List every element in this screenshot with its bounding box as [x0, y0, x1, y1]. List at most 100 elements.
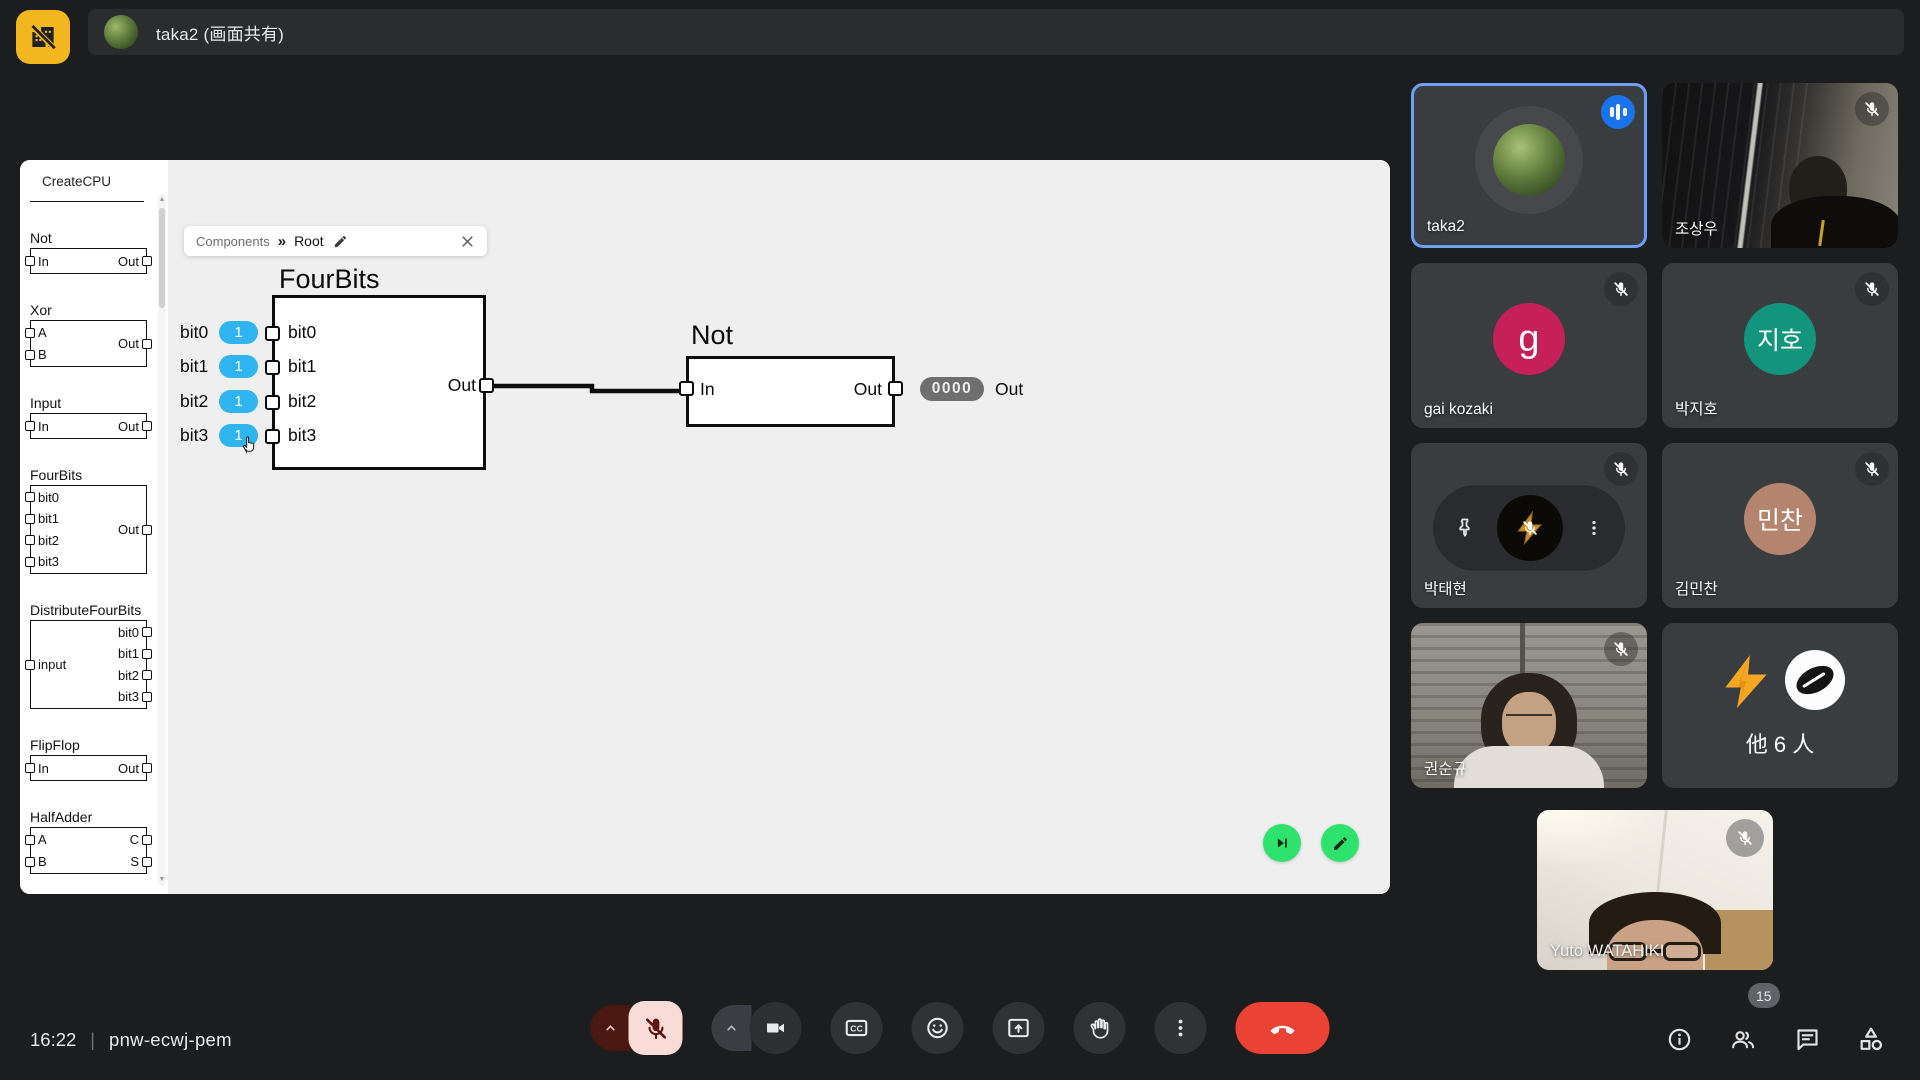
tile-gai-kozaki[interactable]: g gai kozaki [1411, 263, 1647, 428]
input-port[interactable] [25, 514, 35, 524]
port-label: bit0 [118, 625, 139, 640]
not-out-port[interactable] [888, 381, 903, 396]
palette-item-name: Not [30, 230, 147, 246]
output-port[interactable] [142, 627, 152, 637]
scroll-up-icon[interactable]: ▲ [158, 196, 166, 204]
breadcrumb-section[interactable]: Components [196, 234, 270, 249]
palette-item-not[interactable]: Not InOut [30, 230, 147, 274]
palette-item-xor[interactable]: Xor ABOut [30, 302, 147, 367]
toggle-bit2[interactable]: 1 [219, 390, 258, 413]
circuit-canvas[interactable]: Components » Root FourBits bit01bit0bit1… [168, 160, 1390, 894]
output-port[interactable] [142, 692, 152, 702]
tile-self-yuto[interactable]: Yuto WATAHIKI [1537, 810, 1773, 970]
mic-control-group [591, 1001, 683, 1055]
breadcrumb-separator-icon: » [278, 233, 286, 250]
output-port[interactable] [142, 763, 152, 773]
people-button[interactable] [1729, 1025, 1757, 1053]
rename-pencil-icon[interactable] [333, 234, 348, 249]
toggle-bit0[interactable]: 1 [219, 321, 258, 344]
output-port[interactable] [142, 857, 152, 867]
component-palette: CreateCPU Not InOut Xor ABOut InputInOut Four… [20, 160, 168, 894]
raise-hand-button[interactable] [1074, 1002, 1126, 1054]
palette-item-halfadder[interactable]: HalfAdderABCS [30, 809, 147, 874]
activities-button[interactable] [1857, 1025, 1885, 1053]
camera-options-chevron[interactable] [712, 1005, 752, 1051]
palette-item-flipflop[interactable]: FlipFlopInOut [30, 737, 147, 781]
output-port[interactable] [142, 649, 152, 659]
close-icon[interactable] [460, 234, 475, 249]
app-title: CreateCPU [42, 174, 111, 189]
palette-item-fourbits[interactable]: FourBitsbit0bit1bit2bit3Out [30, 467, 147, 574]
palette-item-box[interactable]: ABCS [30, 827, 147, 874]
input-port[interactable] [25, 857, 35, 867]
pin-icon[interactable] [1453, 516, 1477, 540]
input-port[interactable] [25, 535, 35, 545]
palette-item-box[interactable]: InOut [30, 755, 147, 781]
palette-item-box[interactable]: InOut [30, 248, 147, 274]
input-port[interactable] [25, 350, 35, 360]
output-port[interactable] [142, 835, 152, 845]
mic-mute-button[interactable] [629, 1001, 683, 1055]
fourbits-port-bit1[interactable] [265, 360, 280, 375]
tile-kimminchan[interactable]: 민찬 김민찬 [1662, 443, 1898, 608]
screen-share-banner[interactable]: taka2 (画面共有) [88, 9, 1904, 55]
port-label: B [38, 854, 47, 869]
chat-button[interactable] [1793, 1025, 1821, 1053]
input-port[interactable] [25, 328, 35, 338]
palette-item-box[interactable]: ABOut [30, 320, 147, 367]
tile-overflow-others[interactable]: 他 6 人 [1662, 623, 1898, 788]
fourbits-port-bit2[interactable] [265, 395, 280, 410]
presentation-off-icon[interactable] [16, 10, 70, 64]
cursor-icon [238, 432, 260, 456]
palette-item-box[interactable]: bit0bit1bit2bit3Out [30, 485, 147, 574]
more-options-button[interactable] [1155, 1002, 1207, 1054]
end-call-button[interactable] [1236, 1002, 1330, 1054]
fourbits-port-bit3[interactable] [265, 429, 280, 444]
not-in-port[interactable] [679, 381, 694, 396]
captions-button[interactable]: CC [831, 1002, 883, 1054]
tile-parkjiho[interactable]: 지호 박지호 [1662, 263, 1898, 428]
svg-text:CC: CC [850, 1023, 863, 1033]
palette-item-input[interactable]: InputInOut [30, 395, 147, 439]
fourbits-input-label: bit3 [180, 425, 208, 446]
mic-off-icon [1497, 495, 1563, 561]
tile-chosangwoo[interactable]: 조상우 [1662, 83, 1898, 248]
output-port[interactable] [142, 525, 152, 535]
breadcrumb-current[interactable]: Root [294, 233, 324, 249]
output-port[interactable] [142, 421, 152, 431]
scrollbar-thumb[interactable] [159, 208, 165, 308]
output-port[interactable] [142, 339, 152, 349]
mic-options-chevron[interactable] [591, 1005, 631, 1051]
output-port[interactable] [142, 256, 152, 266]
reactions-button[interactable] [912, 1002, 964, 1054]
palette-item-name: Xor [30, 302, 147, 318]
palette-item-box[interactable]: InOut [30, 413, 147, 439]
tile-kwonsoonkyu[interactable]: 권순규 [1411, 623, 1647, 788]
input-port[interactable] [25, 256, 35, 266]
more-vertical-icon[interactable] [1583, 517, 1605, 539]
input-port[interactable] [25, 763, 35, 773]
input-port[interactable] [25, 421, 35, 431]
camera-button[interactable] [750, 1002, 802, 1054]
tile-parktaehyun[interactable]: 박태현 [1411, 443, 1647, 608]
fourbits-input-label: bit1 [180, 356, 208, 377]
edit-button[interactable] [1321, 824, 1359, 862]
fourbits-port-bit0[interactable] [265, 326, 280, 341]
present-button[interactable] [993, 1002, 1045, 1054]
activities-icon [1857, 1025, 1885, 1053]
input-port[interactable] [25, 660, 35, 670]
meeting-details-button[interactable] [1665, 1025, 1693, 1053]
input-port[interactable] [25, 557, 35, 567]
fourbits-input-label: bit2 [180, 391, 208, 412]
input-port[interactable] [25, 835, 35, 845]
palette-item-distributefourbits[interactable]: DistributeFourBitsinputbit0bit1bit2bit3 [30, 602, 147, 709]
scroll-down-icon[interactable]: ▼ [158, 876, 166, 884]
fourbits-out-port[interactable] [479, 378, 494, 393]
tile-taka2[interactable]: taka2 [1411, 83, 1647, 248]
toggle-bit1[interactable]: 1 [219, 355, 258, 378]
palette-item-box[interactable]: inputbit0bit1bit2bit3 [30, 620, 147, 709]
palette-scrollbar[interactable]: ▲ ▼ [158, 194, 166, 886]
step-button[interactable] [1263, 824, 1301, 862]
input-port[interactable] [25, 492, 35, 502]
output-port[interactable] [142, 670, 152, 680]
